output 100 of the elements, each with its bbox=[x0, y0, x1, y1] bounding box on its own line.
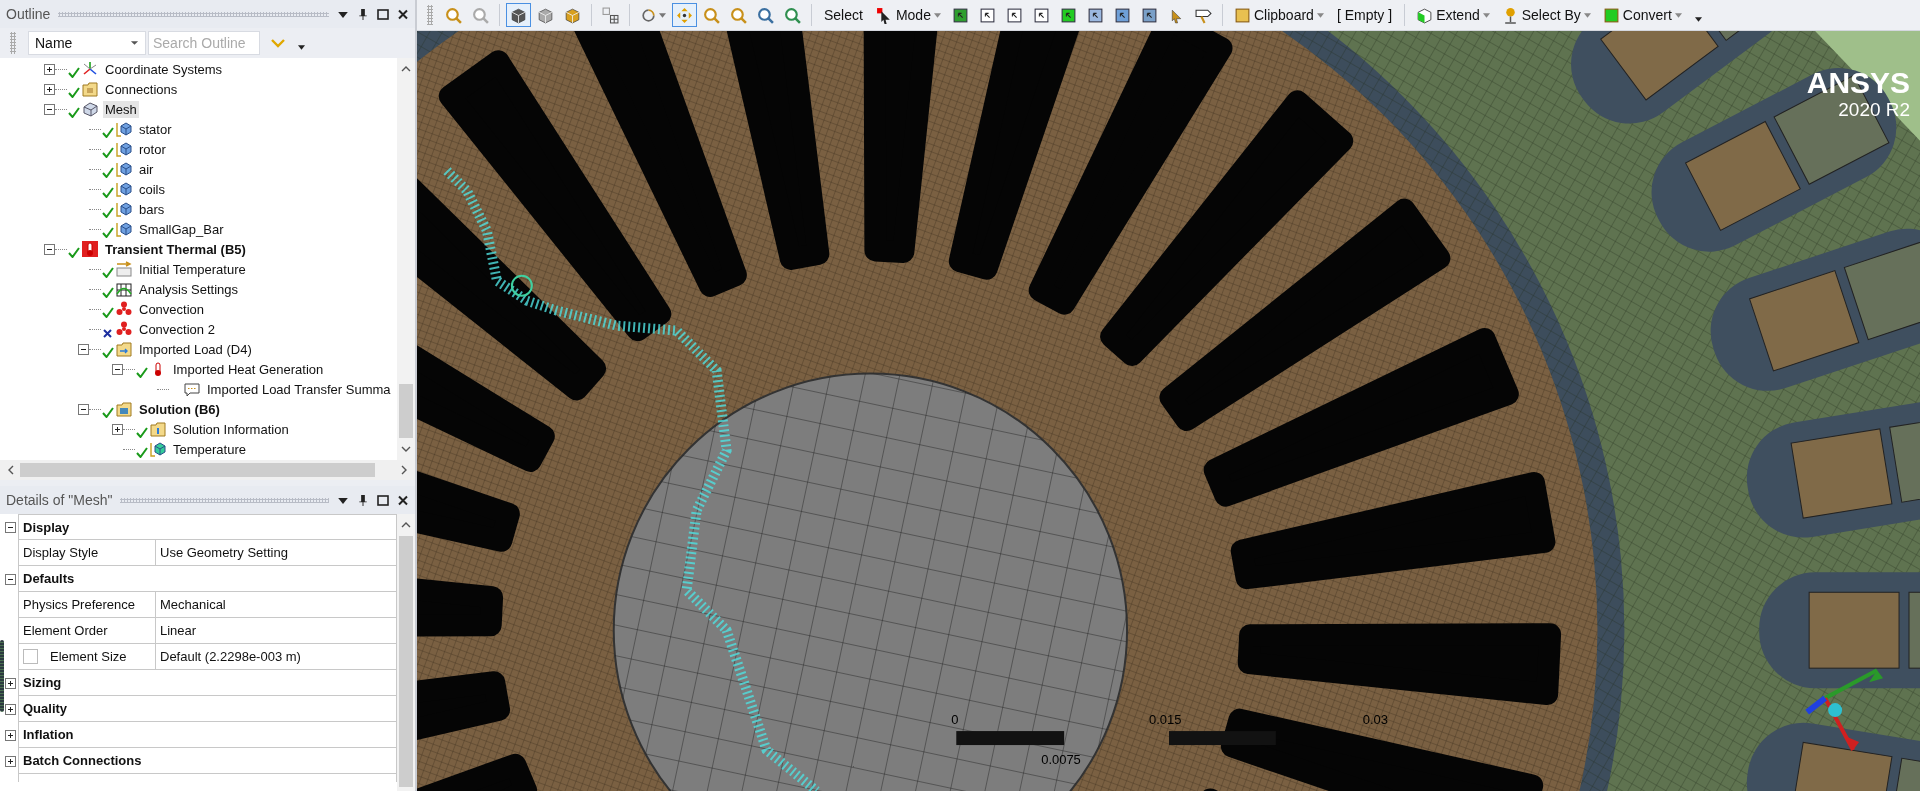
tree-item[interactable]: Mesh bbox=[103, 100, 139, 118]
scroll-up-icon[interactable] bbox=[401, 66, 411, 72]
toolbar-menu[interactable]: Convert bbox=[1597, 3, 1687, 27]
tree-item[interactable]: bars bbox=[137, 200, 167, 218]
checkbox[interactable] bbox=[23, 649, 38, 664]
toolbar-menu[interactable]: Clipboard bbox=[1228, 3, 1329, 27]
axis-triad-icon bbox=[1805, 668, 1884, 751]
cube-button[interactable] bbox=[506, 3, 531, 27]
cube-rotate-icon bbox=[564, 6, 581, 24]
tree-item[interactable]: Transient Thermal (B5) bbox=[103, 240, 248, 258]
tree-item[interactable]: stator bbox=[137, 120, 174, 138]
fan-icon bbox=[116, 301, 132, 317]
fan-icon bbox=[116, 321, 132, 337]
expand-toggle[interactable] bbox=[5, 677, 16, 689]
toolbar-menu[interactable]: Mode bbox=[870, 3, 946, 27]
toolbar-label[interactable]: Select bbox=[818, 7, 869, 23]
close-icon[interactable] bbox=[397, 493, 409, 507]
tree-item[interactable]: Convection 2 bbox=[137, 320, 217, 338]
cube-icon bbox=[116, 141, 132, 157]
pan-button[interactable] bbox=[672, 3, 697, 27]
expand-toggle[interactable] bbox=[78, 343, 89, 355]
expand-toggle[interactable] bbox=[44, 63, 55, 75]
overflow-caret-icon[interactable] bbox=[1694, 16, 1702, 22]
zoom-out-icon bbox=[703, 6, 720, 24]
tree-item[interactable]: Solution (B6) bbox=[137, 400, 222, 418]
scroll-right-icon[interactable] bbox=[401, 465, 407, 475]
tree-item[interactable]: air bbox=[137, 160, 156, 178]
toolbar-menu[interactable]: Select By bbox=[1496, 3, 1596, 27]
tree-item[interactable]: rotor bbox=[137, 140, 168, 158]
cube-icon bbox=[510, 6, 527, 24]
tree-item[interactable]: Analysis Settings bbox=[137, 280, 240, 298]
expand-toggle[interactable] bbox=[5, 573, 16, 585]
tree-item[interactable]: Solution Information bbox=[171, 420, 291, 438]
tree-item[interactable]: SmallGap_Bar bbox=[137, 220, 226, 238]
section-header[interactable]: Batch Connections bbox=[18, 748, 397, 774]
scroll-down-icon[interactable] bbox=[401, 446, 411, 452]
cube-icon bbox=[150, 441, 166, 457]
scale-label: 0 bbox=[951, 712, 959, 728]
close-icon[interactable] bbox=[397, 7, 409, 21]
scroll-thumb[interactable] bbox=[399, 384, 413, 438]
vertex-select-icon bbox=[978, 6, 996, 24]
scroll-left-icon[interactable] bbox=[8, 465, 14, 475]
tree-item[interactable]: Coordinate Systems bbox=[103, 60, 225, 78]
section-header[interactable]: Defaults bbox=[18, 566, 397, 592]
caret-down-icon[interactable] bbox=[298, 44, 305, 50]
scroll-up-icon[interactable] bbox=[401, 522, 411, 528]
property-label: Physics Preference bbox=[23, 597, 135, 612]
expand-toggle[interactable] bbox=[78, 403, 89, 415]
expand-toggle[interactable] bbox=[44, 83, 55, 95]
tree-item[interactable]: Connections bbox=[103, 80, 180, 98]
expand-toggle[interactable] bbox=[112, 423, 123, 435]
expand-toggle[interactable] bbox=[112, 363, 123, 375]
maximize-icon[interactable] bbox=[377, 7, 389, 21]
search-field[interactable]: Search Outline bbox=[148, 31, 260, 55]
expand-toggle[interactable] bbox=[44, 103, 55, 115]
tree-item[interactable]: Initial Temperature bbox=[137, 260, 248, 278]
info-icon bbox=[150, 421, 166, 437]
scroll-thumb[interactable] bbox=[20, 463, 375, 477]
filter-dropdown[interactable]: Name bbox=[28, 31, 146, 55]
maximize-icon[interactable] bbox=[377, 493, 389, 507]
section-header[interactable]: Display bbox=[18, 514, 397, 540]
panel-title: Outline bbox=[6, 6, 51, 22]
property-value[interactable]: Mechanical bbox=[156, 592, 397, 618]
thermometer-icon bbox=[82, 241, 98, 257]
section-header[interactable]: Quality bbox=[18, 696, 397, 722]
tree-item[interactable]: coils bbox=[137, 180, 167, 198]
tree-item[interactable]: Imported Heat Generation bbox=[171, 360, 326, 378]
cube-icon bbox=[116, 201, 132, 217]
body-select-icon bbox=[1059, 6, 1077, 24]
toolbar-menu[interactable]: Extend bbox=[1411, 3, 1495, 27]
tree-item[interactable]: Convection bbox=[137, 300, 207, 318]
property-value[interactable]: Use Geometry Setting bbox=[156, 540, 397, 566]
section-header[interactable]: Inflation bbox=[18, 722, 397, 748]
expand-toggle[interactable] bbox=[44, 243, 55, 255]
property-value[interactable]: Linear bbox=[156, 618, 397, 644]
horizontal-scrollbar[interactable] bbox=[0, 460, 415, 480]
expand-toggle[interactable] bbox=[5, 729, 16, 741]
caret-down-icon[interactable] bbox=[130, 40, 139, 46]
expand-toggle[interactable] bbox=[5, 703, 16, 715]
cube-icon bbox=[116, 161, 132, 177]
expand-toggle[interactable] bbox=[5, 521, 16, 533]
toolbar-grip[interactable] bbox=[427, 5, 433, 25]
expand-toggle[interactable] bbox=[5, 755, 16, 767]
edge-select-icon bbox=[1005, 6, 1023, 24]
zoom-fit-icon bbox=[757, 6, 774, 24]
vertical-scrollbar[interactable] bbox=[397, 58, 415, 460]
property-value[interactable]: Default (2.2298e-003 m) bbox=[156, 644, 397, 670]
toolbar-label[interactable]: [ Empty ] bbox=[1330, 7, 1399, 23]
tree-item[interactable]: Imported Load Transfer Summa bbox=[205, 380, 393, 398]
cube-icon bbox=[116, 221, 132, 237]
scroll-thumb[interactable] bbox=[399, 536, 413, 787]
zoom-forward-icon bbox=[472, 6, 489, 24]
toolbar-grip[interactable] bbox=[10, 32, 16, 54]
panel-title: Details of "Mesh" bbox=[6, 492, 113, 508]
cursor-icon bbox=[875, 6, 893, 24]
vertical-scrollbar[interactable] bbox=[397, 514, 415, 791]
section-header[interactable]: Sizing bbox=[18, 670, 397, 696]
tree-item[interactable]: Temperature bbox=[171, 440, 248, 458]
tree-item[interactable]: Imported Load (D4) bbox=[137, 340, 254, 358]
filter-icon bbox=[951, 6, 969, 24]
